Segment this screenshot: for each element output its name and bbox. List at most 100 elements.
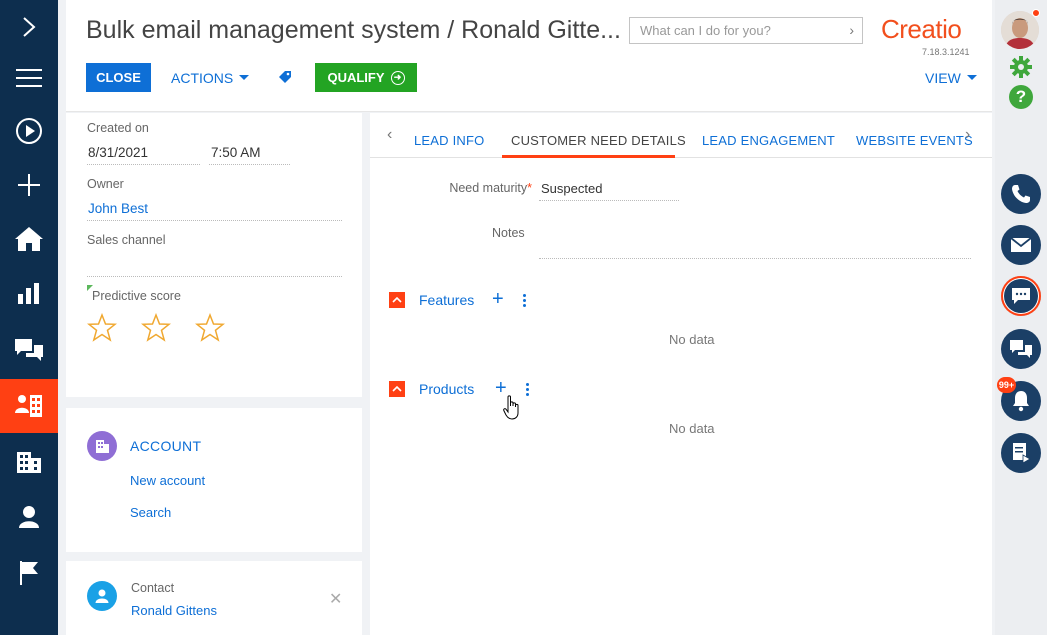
hand-cursor-icon — [503, 395, 519, 420]
expand-menu-button[interactable] — [0, 0, 58, 54]
feed-button[interactable] — [1001, 329, 1041, 369]
details-panel: ‹ LEAD INFO CUSTOMER NEED DETAILS LEAD E… — [370, 113, 992, 635]
chevron-right-icon[interactable]: › — [849, 22, 854, 38]
features-title[interactable]: Features — [419, 292, 474, 308]
flag-icon — [20, 561, 38, 585]
contact-avatar — [87, 581, 117, 611]
contact-card: Contact Ronald Gittens ✕ — [66, 561, 362, 635]
close-button[interactable]: CLOSE — [86, 63, 151, 92]
page-title: Bulk email management system / Ronald Gi… — [86, 16, 621, 44]
view-label: VIEW — [925, 69, 961, 86]
chevron-right-icon — [23, 17, 36, 37]
creatio-logo: Creatio — [881, 14, 962, 44]
created-time-field[interactable]: 7:50 AM — [211, 145, 261, 160]
chevron-right-icon[interactable]: › — [965, 126, 970, 144]
contacts-button[interactable] — [0, 490, 58, 544]
building-icon — [17, 452, 41, 473]
products-collapse-button[interactable] — [389, 381, 405, 397]
phone-icon — [1012, 185, 1030, 203]
notes-field[interactable] — [539, 258, 971, 259]
owner-label: Owner — [87, 177, 124, 191]
chat-bubbles-icon — [1010, 340, 1032, 358]
chevron-left-icon[interactable]: ‹ — [387, 126, 392, 144]
person-icon — [95, 589, 109, 603]
leads-icon — [15, 395, 42, 417]
tab-customer-need-details[interactable]: CUSTOMER NEED DETAILS — [511, 133, 686, 148]
person-icon — [19, 506, 39, 528]
chat-bubbles-icon — [15, 339, 43, 361]
envelope-icon — [1010, 237, 1032, 252]
process-log-button[interactable] — [1001, 433, 1041, 473]
add-feature-button[interactable]: + — [492, 289, 504, 309]
new-account-link[interactable]: New account — [130, 473, 205, 488]
chat-icon — [1012, 288, 1030, 304]
add-button[interactable] — [0, 158, 58, 212]
menu-icon — [16, 69, 42, 87]
qualify-button[interactable]: QUALIFY ➜ — [315, 63, 417, 92]
page-header: Bulk email management system / Ronald Gi… — [66, 0, 992, 112]
home-icon — [15, 227, 43, 251]
contact-label: Contact — [131, 581, 175, 595]
account-card: ACCOUNT New account Search — [66, 408, 362, 552]
help-icon[interactable]: ? — [1009, 85, 1033, 109]
tab-lead-engagement[interactable]: LEAD ENGAGEMENT — [702, 133, 835, 148]
right-sidebar: ? 99+ — [995, 0, 1047, 635]
activities-button[interactable] — [0, 546, 58, 600]
chat-button[interactable] — [1001, 276, 1041, 316]
star-icon — [195, 313, 225, 342]
tag-icon — [279, 71, 291, 83]
need-maturity-label: Need maturity* — [449, 181, 532, 195]
feed-button[interactable] — [0, 322, 58, 376]
qualify-label: QUALIFY — [327, 70, 385, 85]
more-sections-button[interactable] — [0, 606, 58, 635]
products-menu-button[interactable] — [526, 383, 530, 398]
account-title[interactable]: ACCOUNT — [130, 438, 201, 454]
search-account-link[interactable]: Search — [130, 505, 171, 520]
contact-name-link[interactable]: Ronald Gittens — [131, 603, 217, 618]
user-photo-icon — [1001, 11, 1039, 49]
need-maturity-field[interactable]: Suspected — [541, 181, 602, 196]
created-on-label: Created on — [87, 121, 149, 135]
close-icon[interactable]: ✕ — [329, 589, 342, 609]
accounts-button[interactable] — [0, 435, 58, 489]
plus-icon — [18, 174, 40, 196]
tab-lead-info[interactable]: LEAD INFO — [414, 133, 484, 148]
account-avatar — [87, 431, 117, 461]
process-button[interactable] — [0, 104, 58, 158]
user-avatar[interactable] — [1001, 11, 1039, 49]
features-collapse-button[interactable] — [389, 292, 405, 308]
sales-channel-label: Sales channel — [87, 233, 166, 247]
tab-website-events[interactable]: WEBSITE EVENTS — [856, 133, 973, 148]
actions-button[interactable]: ACTIONS — [171, 63, 250, 92]
arrow-right-circle-icon: ➜ — [390, 70, 405, 85]
funnel-icon — [16, 623, 42, 635]
view-button[interactable]: VIEW — [925, 63, 977, 92]
left-sidebar — [0, 0, 58, 635]
star-icon — [87, 313, 117, 342]
gear-icon[interactable] — [1009, 55, 1033, 79]
leads-button[interactable] — [0, 379, 58, 433]
features-empty-text: No data — [669, 332, 715, 347]
actions-label: ACTIONS — [171, 69, 234, 86]
bell-icon — [1013, 391, 1029, 412]
notifications-count-badge: 99+ — [997, 377, 1016, 393]
owner-link[interactable]: John Best — [88, 201, 148, 216]
document-play-icon — [1013, 443, 1031, 464]
search-placeholder: What can I do for you? — [640, 23, 771, 38]
active-tab-indicator — [502, 155, 675, 158]
dashboards-button[interactable] — [0, 266, 58, 320]
phone-button[interactable] — [1001, 174, 1041, 214]
products-title[interactable]: Products — [419, 381, 474, 397]
products-empty-text: No data — [669, 421, 715, 436]
tag-button[interactable] — [278, 70, 292, 89]
email-button[interactable] — [1001, 225, 1041, 265]
command-line-input[interactable]: What can I do for you? › — [629, 17, 863, 44]
online-status-dot — [1032, 9, 1040, 17]
star-icon — [141, 313, 171, 342]
lead-profile-card: Created on 8/31/2021 7:50 AM Owner John … — [66, 113, 362, 397]
tab-bar: ‹ LEAD INFO CUSTOMER NEED DETAILS LEAD E… — [370, 113, 992, 158]
created-date-field[interactable]: 8/31/2021 — [88, 145, 148, 160]
features-menu-button[interactable] — [523, 294, 527, 309]
home-button[interactable] — [0, 212, 58, 266]
hamburger-menu-button[interactable] — [0, 51, 58, 105]
